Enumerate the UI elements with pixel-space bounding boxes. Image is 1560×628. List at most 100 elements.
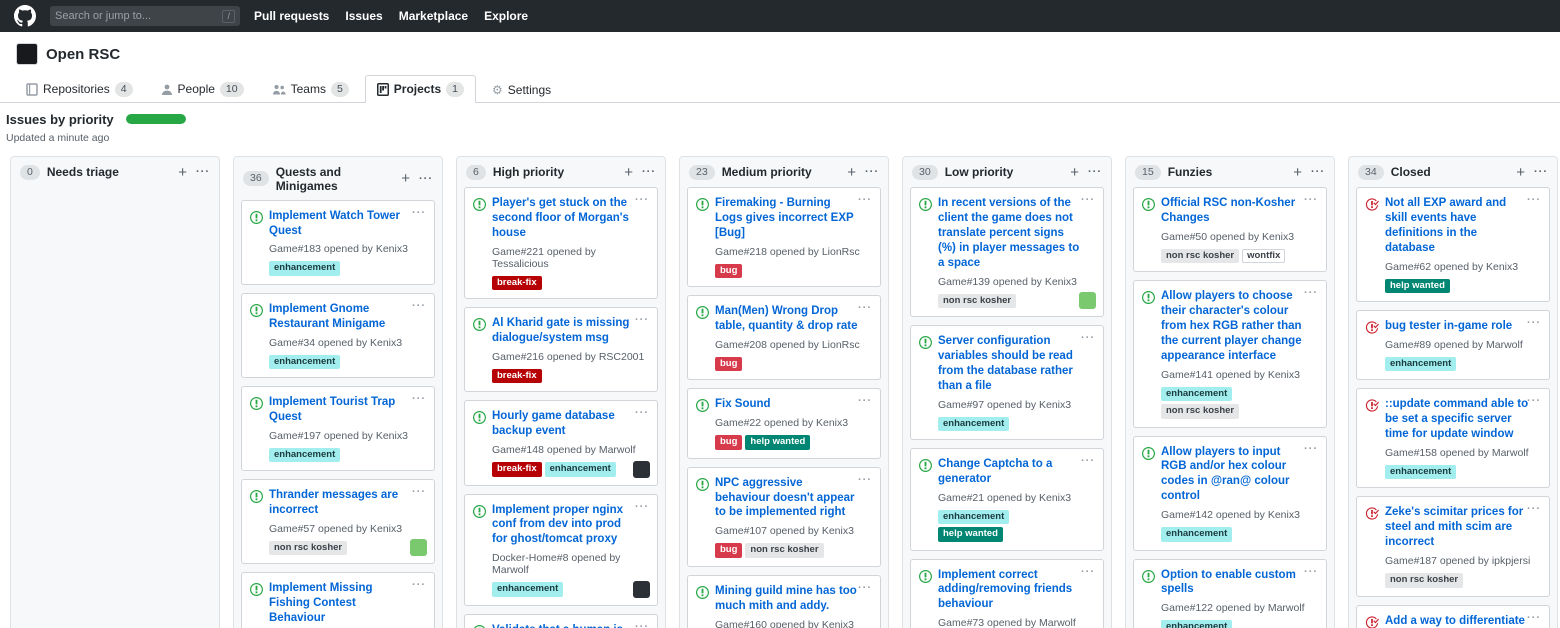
- card-menu-button[interactable]: ···: [635, 194, 649, 206]
- issue-card[interactable]: Al Kharid gate is missing dialogue/syste…: [464, 307, 658, 392]
- card-menu-button[interactable]: ···: [1527, 395, 1541, 407]
- issue-card[interactable]: Player's get stuck on the second floor o…: [464, 187, 658, 299]
- issue-card[interactable]: Implement Watch Tower QuestGame#183 open…: [241, 200, 435, 285]
- issue-title[interactable]: Fix Sound: [715, 397, 872, 412]
- issue-card[interactable]: Hourly game database backup eventGame#14…: [464, 400, 658, 485]
- card-menu-button[interactable]: ···: [412, 207, 426, 219]
- issue-title[interactable]: Implement Missing Fishing Contest Behavi…: [269, 581, 426, 626]
- card-menu-button[interactable]: ···: [412, 300, 426, 312]
- issue-title[interactable]: Server configuration variables should be…: [938, 334, 1095, 394]
- card-menu-button[interactable]: ···: [858, 194, 872, 206]
- card-menu-button[interactable]: ···: [635, 407, 649, 419]
- card-menu-button[interactable]: ···: [1304, 443, 1318, 455]
- tab-settings[interactable]: ⚙ Settings: [480, 76, 563, 103]
- card-menu-button[interactable]: ···: [635, 314, 649, 326]
- tab-teams[interactable]: Teams 5: [260, 75, 361, 103]
- issue-card[interactable]: Validate that a human is creating charac…: [464, 614, 658, 628]
- issue-title[interactable]: Mining guild mine has too much mith and …: [715, 584, 872, 614]
- card-menu-button[interactable]: ···: [1081, 566, 1095, 578]
- assignee-avatar[interactable]: [1079, 292, 1096, 309]
- github-logo-icon[interactable]: [14, 5, 36, 27]
- issue-title[interactable]: Change Captcha to a generator: [938, 457, 1095, 487]
- issue-card[interactable]: Add a way to differentiate between dev a…: [1356, 605, 1550, 628]
- issue-card[interactable]: Option to enable custom spellsGame#122 o…: [1133, 559, 1327, 628]
- add-card-button[interactable]: +: [1068, 165, 1081, 180]
- column-menu-button[interactable]: ···: [1311, 166, 1325, 178]
- tab-people[interactable]: People 10: [149, 75, 256, 103]
- issue-title[interactable]: Validate that a human is creating charac…: [492, 623, 649, 628]
- issue-title[interactable]: Implement Tourist Trap Quest: [269, 395, 426, 425]
- issue-title[interactable]: Player's get stuck on the second floor o…: [492, 196, 649, 241]
- issue-card[interactable]: bug tester in-game roleGame#89 opened by…: [1356, 310, 1550, 380]
- card-menu-button[interactable]: ···: [858, 474, 872, 486]
- issue-title[interactable]: bug tester in-game role: [1385, 319, 1541, 334]
- column-menu-button[interactable]: ···: [865, 166, 879, 178]
- issue-title[interactable]: Thrander messages are incorrect: [269, 488, 426, 518]
- tab-repositories[interactable]: Repositories 4: [14, 75, 145, 103]
- tab-projects[interactable]: Projects 1: [365, 75, 476, 103]
- card-menu-button[interactable]: ···: [1081, 332, 1095, 344]
- issue-title[interactable]: Firemaking - Burning Logs gives incorrec…: [715, 196, 872, 241]
- issue-card[interactable]: ::update command able to be set a specif…: [1356, 388, 1550, 488]
- issue-title[interactable]: In recent versions of the client the gam…: [938, 196, 1095, 271]
- issue-title[interactable]: Implement correct adding/removing friend…: [938, 568, 1095, 613]
- card-menu-button[interactable]: ···: [1304, 566, 1318, 578]
- issue-title[interactable]: Zeke's scimitar prices for steel and mit…: [1385, 505, 1541, 550]
- project-title[interactable]: Issues by priority: [6, 112, 114, 127]
- issue-card[interactable]: Implement proper nginx conf from dev int…: [464, 494, 658, 606]
- card-menu-button[interactable]: ···: [635, 621, 649, 628]
- issue-title[interactable]: Hourly game database backup event: [492, 409, 649, 439]
- issue-title[interactable]: Option to enable custom spells: [1161, 568, 1318, 598]
- column-menu-button[interactable]: ···: [1088, 166, 1102, 178]
- column-menu-button[interactable]: ···: [196, 166, 210, 178]
- assignee-avatar[interactable]: [410, 539, 427, 556]
- issue-title[interactable]: Implement Gnome Restaurant Minigame: [269, 302, 426, 332]
- issue-card[interactable]: Allow players to input RGB and/or hex co…: [1133, 436, 1327, 551]
- add-card-button[interactable]: +: [622, 165, 635, 180]
- column-menu-button[interactable]: ···: [1534, 166, 1548, 178]
- assignee-avatar[interactable]: [633, 461, 650, 478]
- issue-title[interactable]: NPC aggressive behaviour doesn't appear …: [715, 476, 872, 521]
- issue-card[interactable]: Official RSC non-Kosher ChangesGame#50 o…: [1133, 187, 1327, 272]
- card-menu-button[interactable]: ···: [412, 579, 426, 591]
- issue-title[interactable]: Official RSC non-Kosher Changes: [1161, 196, 1318, 226]
- issue-card[interactable]: Implement Tourist Trap QuestGame#197 ope…: [241, 386, 435, 471]
- issue-title[interactable]: Allow players to input RGB and/or hex co…: [1161, 445, 1318, 505]
- issue-title[interactable]: Man(Men) Wrong Drop table, quantity & dr…: [715, 304, 872, 334]
- card-menu-button[interactable]: ···: [1304, 194, 1318, 206]
- card-menu-button[interactable]: ···: [635, 501, 649, 513]
- column-menu-button[interactable]: ···: [419, 173, 433, 185]
- issue-title[interactable]: ::update command able to be set a specif…: [1385, 397, 1541, 442]
- nav-explore[interactable]: Explore: [484, 9, 528, 23]
- card-menu-button[interactable]: ···: [1081, 194, 1095, 206]
- issue-card[interactable]: Not all EXP award and skill events have …: [1356, 187, 1550, 302]
- issue-card[interactable]: Man(Men) Wrong Drop table, quantity & dr…: [687, 295, 881, 380]
- card-menu-button[interactable]: ···: [858, 395, 872, 407]
- add-card-button[interactable]: +: [1291, 165, 1304, 180]
- issue-card[interactable]: Thrander messages are incorrectGame#57 o…: [241, 479, 435, 564]
- add-card-button[interactable]: +: [845, 165, 858, 180]
- search-box[interactable]: /: [50, 6, 240, 26]
- card-menu-button[interactable]: ···: [412, 393, 426, 405]
- card-menu-button[interactable]: ···: [412, 486, 426, 498]
- issue-title[interactable]: Allow players to choose their character'…: [1161, 289, 1318, 364]
- card-menu-button[interactable]: ···: [858, 582, 872, 594]
- issue-title[interactable]: Implement Watch Tower Quest: [269, 209, 426, 239]
- issue-card[interactable]: Implement Gnome Restaurant MinigameGame#…: [241, 293, 435, 378]
- card-menu-button[interactable]: ···: [1527, 317, 1541, 329]
- issue-card[interactable]: Mining guild mine has too much mith and …: [687, 575, 881, 628]
- issue-card[interactable]: NPC aggressive behaviour doesn't appear …: [687, 467, 881, 567]
- column-menu-button[interactable]: ···: [642, 166, 656, 178]
- card-menu-button[interactable]: ···: [1527, 503, 1541, 515]
- issue-card[interactable]: Implement Missing Fishing Contest Behavi…: [241, 572, 435, 628]
- issue-card[interactable]: Server configuration variables should be…: [910, 325, 1104, 440]
- assignee-avatar[interactable]: [633, 581, 650, 598]
- card-menu-button[interactable]: ···: [1527, 194, 1541, 206]
- issue-card[interactable]: Implement correct adding/removing friend…: [910, 559, 1104, 628]
- issue-card[interactable]: Firemaking - Burning Logs gives incorrec…: [687, 187, 881, 287]
- issue-title[interactable]: Add a way to differentiate between dev a…: [1385, 614, 1541, 628]
- card-menu-button[interactable]: ···: [858, 302, 872, 314]
- issue-title[interactable]: Not all EXP award and skill events have …: [1385, 196, 1541, 256]
- issue-title[interactable]: Al Kharid gate is missing dialogue/syste…: [492, 316, 649, 346]
- issue-card[interactable]: In recent versions of the client the gam…: [910, 187, 1104, 317]
